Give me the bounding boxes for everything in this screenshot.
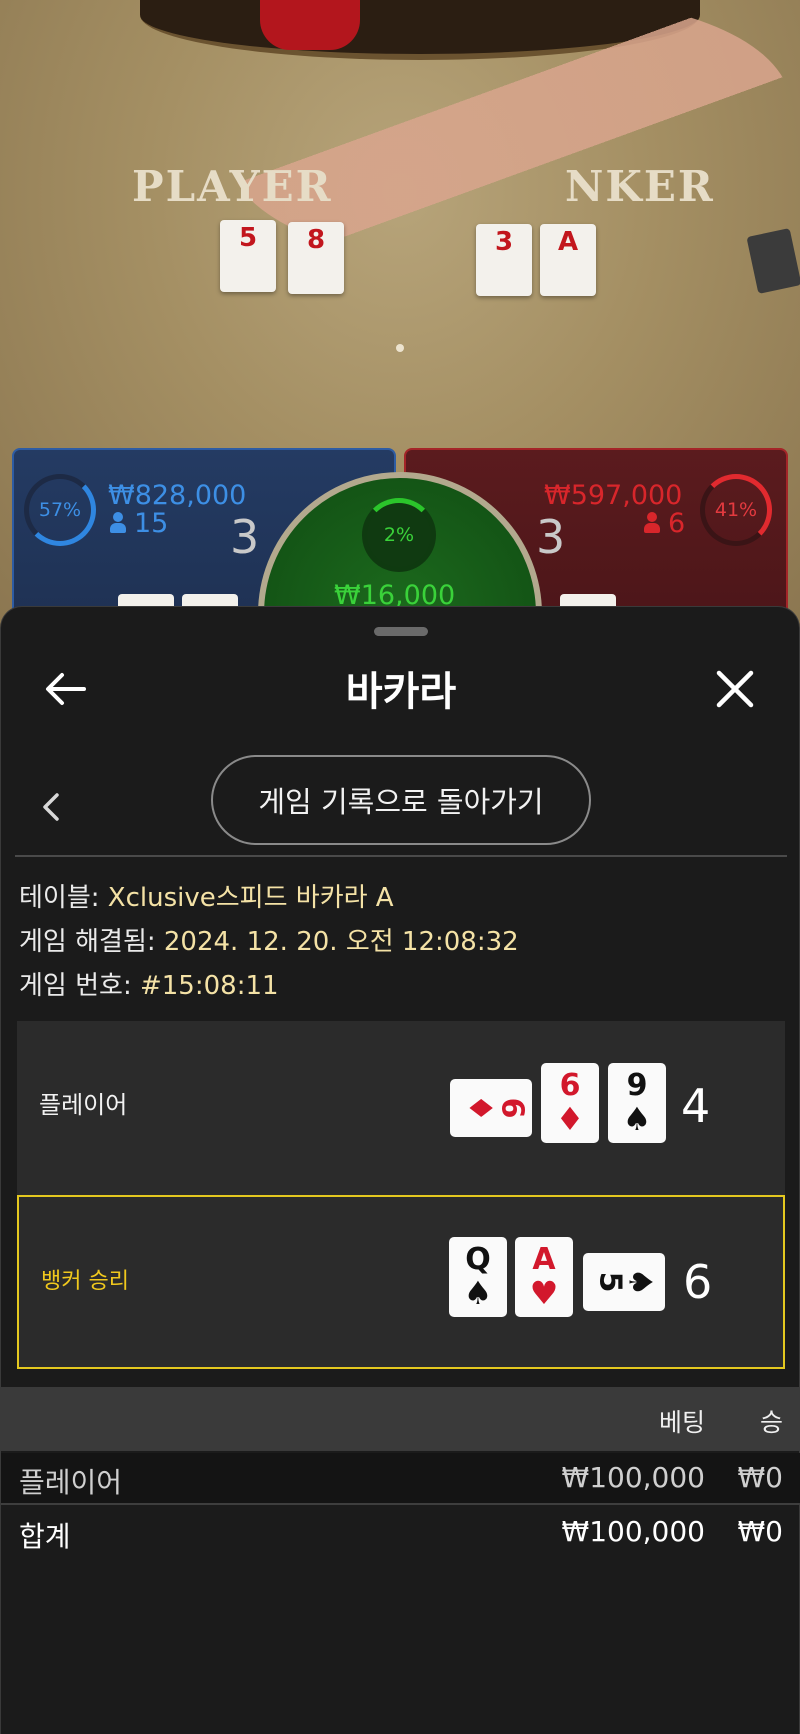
back-to-history-button[interactable]: 게임 기록으로 돌아가기 <box>211 755 591 845</box>
diamond-icon: ♦ <box>461 1093 500 1123</box>
card-rank: 9 <box>626 1068 648 1103</box>
resolved-value: 2024. 12. 20. 오전 12:08:32 <box>163 927 519 957</box>
bets-table-header: 베팅 승 <box>1 1387 800 1451</box>
felt-player-label: PLAYER <box>132 162 333 211</box>
player-hand-score: 4 <box>681 1079 711 1133</box>
banker-count: 6 <box>668 508 686 539</box>
close-button[interactable] <box>707 661 763 717</box>
banker-bettor-count: 6 <box>644 508 685 539</box>
close-icon <box>716 670 754 708</box>
player-count: 15 <box>134 508 169 539</box>
felt-card: 5 <box>220 220 276 292</box>
diamond-icon: ♦ <box>555 1100 585 1138</box>
divider <box>15 855 787 857</box>
person-icon <box>644 512 660 533</box>
banker-percent: 41% <box>714 499 758 521</box>
felt-card: 3 <box>476 224 532 296</box>
total-row: 합계 ₩100,000 ₩0 <box>1 1507 800 1559</box>
player-bettor-count: 15 <box>110 508 168 539</box>
card-rank: Q <box>465 1242 491 1277</box>
playing-card: ♦ 6 <box>450 1079 532 1137</box>
drag-handle[interactable] <box>374 627 428 636</box>
table-row: 플레이어 ₩100,000 ₩0 <box>1 1453 800 1505</box>
spade-icon: ♠ <box>463 1274 493 1312</box>
playing-card: Q ♠ <box>449 1237 507 1317</box>
table-label: 테이블: <box>19 883 100 913</box>
win-amount: ₩0 <box>737 1461 784 1494</box>
banker-hand-score: 6 <box>683 1255 713 1309</box>
spade-icon: ♠ <box>621 1267 660 1297</box>
player-pot: ₩828,000 <box>108 480 247 511</box>
player-hand: 플레이어 ♦ 6 6 ♦ 9 ♠ 4 <box>17 1021 785 1195</box>
dealer-arm <box>230 0 790 260</box>
total-bet: ₩100,000 <box>561 1515 705 1548</box>
card-shoe <box>746 228 800 294</box>
win-column-header: 승 <box>759 1408 783 1437</box>
playing-card: 9 ♠ <box>608 1063 666 1143</box>
game-number-label: 게임 번호: <box>19 971 132 1001</box>
table-value: Xclusive스피드 바카라 A <box>107 883 394 913</box>
total-win: ₩0 <box>737 1515 784 1548</box>
card-rank: 5 <box>592 1271 628 1293</box>
felt-banker-label: NKER <box>565 162 715 211</box>
banker-pot: ₩597,000 <box>544 480 683 511</box>
heart-icon: ♥ <box>529 1274 559 1312</box>
bet-amount: ₩100,000 <box>561 1461 705 1494</box>
game-detail-sheet: 바카라 게임 기록으로 돌아가기 테이블: Xclusive스피드 바카라 A … <box>0 606 800 1734</box>
sheet-title: 바카라 <box>345 669 457 715</box>
game-number-value: #15:08:11 <box>139 971 279 1001</box>
previous-game-button[interactable] <box>33 777 69 837</box>
player-percent-ring: 57% <box>24 474 96 546</box>
resolved-label: 게임 해결됨: <box>19 927 156 957</box>
tie-percent-ring: 2% <box>362 498 436 572</box>
playing-card: A ♥ <box>515 1237 573 1317</box>
felt-card: 8 <box>288 222 344 294</box>
player-hand-label: 플레이어 <box>39 1091 128 1119</box>
playing-card: 6 ♦ <box>541 1063 599 1143</box>
player-live-score: 3 <box>230 510 260 564</box>
person-icon <box>110 512 126 533</box>
total-label: 합계 <box>19 1520 71 1553</box>
game-number-info: 게임 번호: #15:08:11 <box>19 965 279 1002</box>
player-percent: 57% <box>38 499 82 521</box>
banker-win-label: 뱅커 승리 <box>41 1269 129 1294</box>
bet-column-header: 베팅 <box>658 1408 705 1437</box>
bet-name: 플레이어 <box>19 1466 123 1499</box>
table-info: 테이블: Xclusive스피드 바카라 A <box>19 877 394 914</box>
spade-icon: ♠ <box>622 1100 652 1138</box>
playing-card: 5 ♠ <box>583 1253 665 1311</box>
chevron-left-icon <box>43 793 59 821</box>
banker-hand: 뱅커 승리 Q ♠ A ♥ 5 ♠ 6 <box>17 1195 785 1369</box>
felt-card: A <box>540 224 596 296</box>
banker-percent-ring: 41% <box>700 474 772 546</box>
video-indicator-dot <box>396 344 404 352</box>
card-rank: A <box>532 1242 556 1277</box>
card-rank: 6 <box>559 1068 581 1103</box>
tie-percent: 2% <box>383 524 415 546</box>
banker-live-score: 3 <box>536 510 566 564</box>
card-rank: 6 <box>494 1097 530 1119</box>
resolved-info: 게임 해결됨: 2024. 12. 20. 오전 12:08:32 <box>19 921 519 958</box>
